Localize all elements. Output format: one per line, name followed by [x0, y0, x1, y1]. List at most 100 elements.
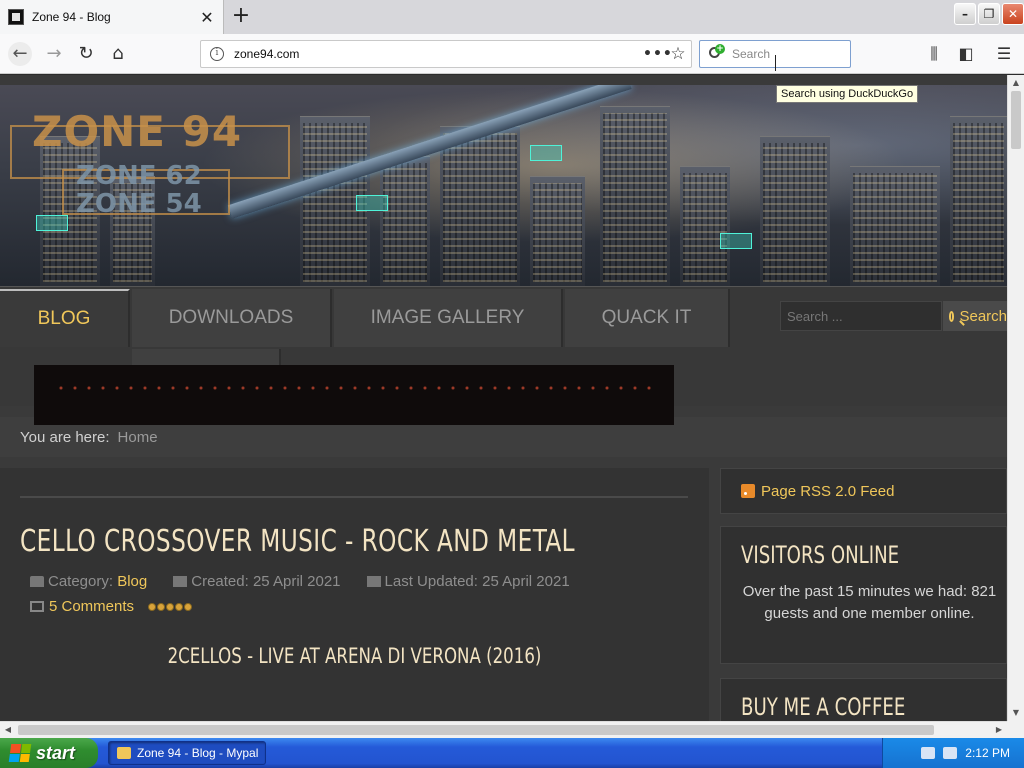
- article-comments: 5 Comments: [30, 598, 193, 615]
- menu-item-downloads[interactable]: DOWNLOADS: [132, 289, 332, 347]
- close-window-button[interactable]: ✕: [1002, 3, 1024, 25]
- vertical-scrollbar[interactable]: ▲ ▼: [1007, 75, 1024, 721]
- search-icon: [949, 310, 955, 322]
- forward-button[interactable]: →: [42, 42, 66, 66]
- site-search-input[interactable]: [781, 302, 941, 330]
- start-label: start: [36, 742, 76, 763]
- url-text[interactable]: zone94.com: [234, 47, 643, 61]
- breadcrumb-label: You are here:: [20, 428, 110, 446]
- search-tooltip: Search using DuckDuckGo: [776, 85, 919, 103]
- horizontal-scroll-thumb[interactable]: [18, 725, 934, 735]
- coffee-title: BUY ME A COFFEE: [741, 693, 906, 721]
- article-subtitle: 2CELLOS - LIVE AT ARENA DI VERONA (2016): [167, 644, 542, 668]
- rating-stars[interactable]: [148, 602, 193, 611]
- rating-star-icon[interactable]: [157, 602, 166, 611]
- created-date: Created: 25 April 2021: [191, 573, 341, 590]
- windows-logo-icon: [8, 744, 32, 762]
- logo-main-text: ZONE 94: [32, 107, 243, 156]
- banner-building: [950, 116, 1007, 286]
- article-category: Category: Blog: [30, 573, 147, 590]
- visitors-text: Over the past 15 minutes we had: 821 gue…: [742, 583, 997, 622]
- article-meta: Category: Blog Created: 25 April 2021 La…: [30, 573, 570, 590]
- article-title[interactable]: CELLO CROSSOVER MUSIC - ROCK AND METAL: [20, 524, 575, 559]
- logo-sub-text: ZONE 54: [76, 189, 202, 219]
- taskbar-window-title: Zone 94 - Blog - Mypal: [137, 746, 259, 760]
- scroll-corner: [1007, 721, 1024, 738]
- browser-toolbar: ← → ↻ ⌂ i zone94.com ••• ☆ + ⫼ ◧ ☰: [0, 34, 1024, 74]
- clock[interactable]: 2:12 PM: [965, 746, 1010, 760]
- browser-search-input[interactable]: [732, 47, 842, 61]
- video-embed[interactable]: [34, 365, 674, 425]
- banner-building: [600, 106, 670, 286]
- article-created: Created: 25 April 2021: [173, 573, 341, 590]
- network-icon[interactable]: [921, 747, 936, 759]
- menu-item-blog[interactable]: BLOG: [0, 289, 130, 347]
- address-bar[interactable]: i zone94.com ••• ☆: [200, 40, 692, 68]
- article-updated: Last Updated: 25 April 2021: [366, 573, 570, 590]
- reload-button[interactable]: ↻: [74, 42, 98, 66]
- scroll-left-icon[interactable]: ◀: [0, 722, 16, 738]
- start-button[interactable]: start: [0, 738, 98, 768]
- rating-star-icon[interactable]: [175, 602, 184, 611]
- library-icon[interactable]: ⫼: [922, 42, 946, 66]
- search-engine-icon[interactable]: +: [708, 44, 725, 62]
- taskbar-window-button[interactable]: Zone 94 - Blog - Mypal: [108, 741, 266, 765]
- menu-item-image-gallery[interactable]: IMAGE GALLERY: [334, 289, 563, 347]
- banner-building: [680, 166, 730, 286]
- banner-building: [380, 156, 430, 286]
- home-button[interactable]: ⌂: [106, 42, 130, 66]
- visitors-module: VISITORS ONLINE Over the past 15 minutes…: [720, 526, 1007, 664]
- scroll-up-icon[interactable]: ▲: [1008, 75, 1024, 91]
- bookmark-star-icon[interactable]: ☆: [665, 44, 691, 64]
- comment-icon: [30, 601, 44, 612]
- minimize-button[interactable]: –: [954, 3, 976, 25]
- rating-star-icon[interactable]: [184, 602, 193, 611]
- menu-item-quack-it[interactable]: QUACK IT: [565, 289, 730, 347]
- rating-star-icon[interactable]: [148, 602, 157, 611]
- rss-module: Page RSS 2.0 Feed: [720, 468, 1007, 514]
- breadcrumb-home-link[interactable]: Home: [118, 429, 158, 446]
- volume-icon[interactable]: [943, 747, 958, 759]
- browser-tab[interactable]: Zone 94 - Blog ✕: [0, 0, 224, 34]
- logo-sub-text: ZONE 62: [76, 161, 202, 191]
- banner-building: [530, 176, 585, 286]
- window-controls: – ❐ ✕: [954, 3, 1024, 25]
- banner-hologram: [530, 145, 562, 161]
- calendar-icon: [173, 576, 188, 587]
- horizontal-scrollbar[interactable]: ◀ ▶: [0, 721, 1007, 738]
- site-search-button[interactable]: Search: [943, 301, 1007, 331]
- site-search-field[interactable]: [780, 301, 942, 331]
- divider: [20, 496, 688, 498]
- sidebar-toggle-icon[interactable]: ◧: [954, 42, 978, 66]
- tab-strip: Zone 94 - Blog ✕ + – ❐ ✕: [0, 0, 1024, 34]
- hamburger-menu-icon[interactable]: ☰: [992, 42, 1016, 66]
- comments-link[interactable]: 5 Comments: [49, 598, 134, 615]
- banner-hologram: [720, 233, 752, 249]
- new-tab-button[interactable]: +: [228, 4, 254, 30]
- tab-title: Zone 94 - Blog: [32, 10, 111, 24]
- visitors-title: VISITORS ONLINE: [741, 541, 900, 569]
- banner-building: [850, 166, 940, 286]
- scroll-down-icon[interactable]: ▼: [1008, 705, 1024, 721]
- browser-app-icon: [117, 747, 131, 759]
- page-viewport: ZONE 94 ZONE 62 ZONE 54 BLOG DOWNLOADS I…: [0, 75, 1007, 721]
- rating-star-icon[interactable]: [166, 602, 175, 611]
- scroll-right-icon[interactable]: ▶: [991, 722, 1007, 738]
- restore-button[interactable]: ❐: [978, 3, 1000, 25]
- site-favicon-icon: [8, 9, 24, 25]
- site-logo[interactable]: ZONE 94 ZONE 62 ZONE 54: [10, 107, 300, 227]
- coffee-module: BUY ME A COFFEE: [720, 678, 1007, 721]
- rss-link[interactable]: Page RSS 2.0 Feed: [761, 483, 894, 500]
- category-link[interactable]: Blog: [117, 573, 147, 590]
- site-info-icon[interactable]: i: [210, 47, 224, 61]
- system-tray: 2:12 PM: [882, 738, 1024, 768]
- vertical-scroll-thumb[interactable]: [1011, 91, 1021, 149]
- header-banner: ZONE 94 ZONE 62 ZONE 54: [0, 85, 1007, 286]
- page-actions-icon[interactable]: •••: [643, 46, 672, 62]
- calendar-icon: [366, 576, 381, 587]
- site-search-button-label: Search: [959, 307, 1007, 325]
- rss-icon: [741, 484, 755, 498]
- category-label: Category:: [48, 573, 114, 590]
- back-button[interactable]: ←: [8, 42, 32, 66]
- close-tab-icon[interactable]: ✕: [197, 8, 217, 27]
